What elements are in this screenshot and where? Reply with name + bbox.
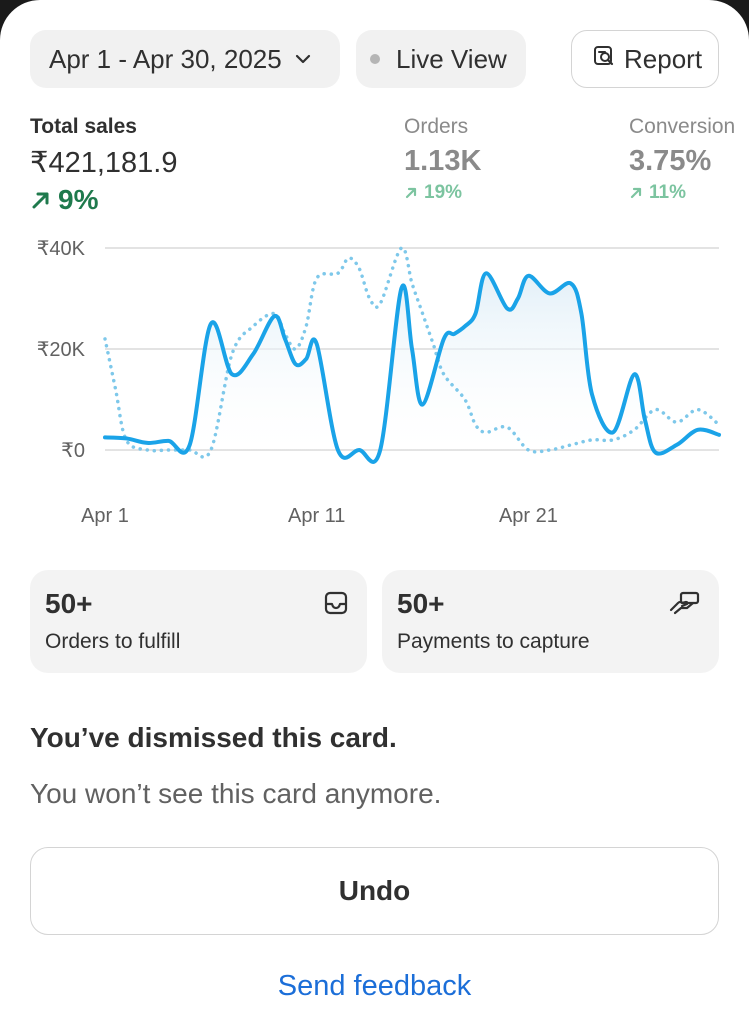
- metric-delta: 9%: [30, 184, 177, 216]
- metric-conversion[interactable]: Conversion 3.75% 11%: [629, 115, 735, 204]
- metric-value: 3.75%: [629, 145, 712, 177]
- current-series-area: [105, 273, 719, 462]
- live-view-label: Live View: [396, 43, 507, 74]
- y-tick-label: ₹0: [61, 440, 85, 462]
- x-tick-label: Apr 21: [499, 505, 558, 527]
- inbox-icon: [323, 590, 349, 621]
- payment-hand-icon: [669, 590, 701, 621]
- undo-button[interactable]: Undo: [30, 847, 719, 935]
- metric-delta-value: 9%: [58, 184, 99, 215]
- report-icon: [592, 44, 624, 75]
- metric-value: 1.13K: [404, 145, 482, 177]
- metric-value: ₹421,181.9: [30, 147, 178, 179]
- live-status-dot: [370, 54, 380, 64]
- dismissed-title: You’ve dismissed this card.: [30, 722, 397, 753]
- card-value: 50+: [397, 588, 445, 619]
- metric-label: Total sales: [30, 115, 137, 138]
- y-tick-label: ₹40K: [37, 238, 86, 260]
- card-label: Orders to fulfill: [45, 630, 181, 653]
- report-button[interactable]: Report: [571, 30, 719, 88]
- date-range-selector[interactable]: Apr 1 - Apr 30, 2025: [30, 30, 340, 88]
- y-tick-label: ₹20K: [37, 339, 86, 361]
- analytics-sheet: Apr 1 - Apr 30, 2025 Live View Report To…: [0, 0, 749, 1024]
- metric-delta-value: 11%: [649, 182, 686, 203]
- card-value: 50+: [45, 588, 93, 619]
- chevron-down-icon: [294, 53, 312, 65]
- send-feedback-link[interactable]: Send feedback: [0, 970, 749, 1003]
- metric-label: Orders: [404, 115, 469, 138]
- arrow-up-right-icon: [405, 187, 417, 199]
- metric-delta: 19%: [404, 182, 481, 204]
- metric-label: Conversion: [629, 115, 736, 138]
- orders-to-fulfill-card[interactable]: 50+ Orders to fulfill: [30, 570, 367, 673]
- payments-to-capture-card[interactable]: 50+ Payments to capture: [382, 570, 719, 673]
- x-tick-label: Apr 1: [81, 505, 129, 527]
- live-view-button[interactable]: Live View: [356, 30, 526, 88]
- metric-total-sales[interactable]: Total sales ₹421,181.9 9%: [30, 115, 177, 216]
- metric-delta: 11%: [629, 182, 735, 204]
- sales-line-chart[interactable]: ₹40K ₹20K ₹0 Apr 1 Apr 11 Apr 21: [0, 230, 749, 540]
- metric-orders[interactable]: Orders 1.13K 19%: [404, 115, 481, 204]
- metric-delta-value: 19%: [424, 182, 463, 203]
- x-tick-label: Apr 11: [288, 505, 345, 527]
- arrow-up-right-icon: [630, 187, 642, 199]
- report-label: Report: [624, 43, 703, 74]
- arrow-up-right-icon: [32, 192, 49, 209]
- date-range-label: Apr 1 - Apr 30, 2025: [49, 43, 282, 74]
- dismissed-subtitle: You won’t see this card anymore.: [30, 778, 442, 809]
- card-label: Payments to capture: [397, 630, 590, 653]
